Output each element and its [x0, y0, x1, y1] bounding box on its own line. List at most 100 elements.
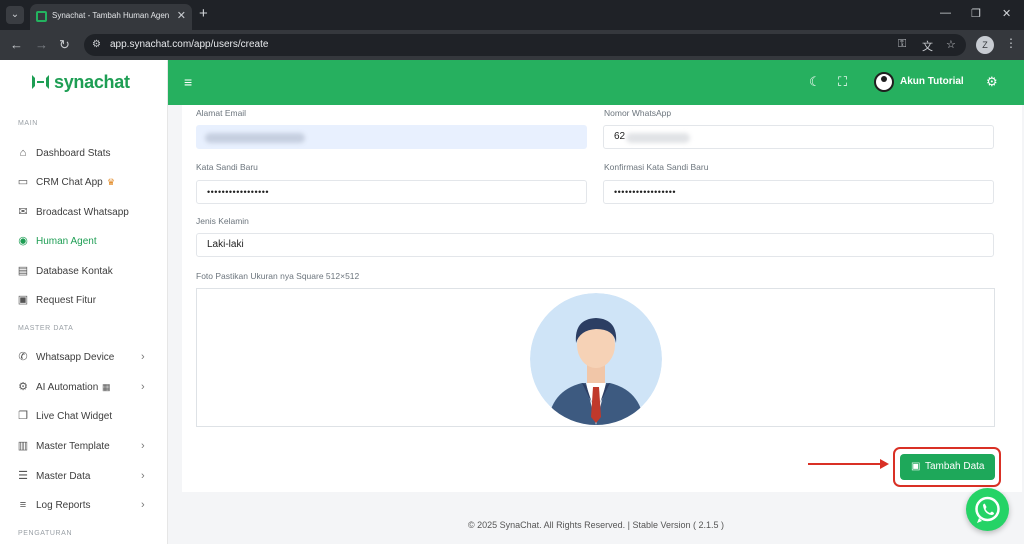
chat-icon: ▭ [17, 176, 29, 188]
gear-icon[interactable]: ⚙ [986, 74, 998, 90]
sidebar-item-master-data[interactable]: ☰ Master Data › [0, 463, 167, 491]
synachat-logo-icon [32, 75, 49, 89]
chevron-right-icon: › [141, 381, 145, 393]
gender-select[interactable]: Laki-laki [196, 233, 994, 257]
gender-label: Jenis Kelamin [196, 216, 249, 226]
user-circle-icon: ◉ [18, 235, 28, 247]
new-tab-button[interactable]: + [199, 5, 208, 22]
synachat-favicon-icon [36, 11, 47, 22]
sidebar-item-crm-chat-app[interactable]: ▭ CRM Chat App ♛ [0, 169, 167, 197]
tab-search-button[interactable]: ⌄ [6, 6, 24, 24]
browser-tab-bar: ⌄ Synachat - Tambah Human Agen ✕ + — ❐ ✕ [0, 0, 1024, 30]
sidebar-item-label: Master Data [36, 471, 91, 482]
tambah-data-button[interactable]: ▣ Tambah Data [900, 454, 995, 480]
reload-icon[interactable]: ↻ [59, 37, 70, 53]
window-close-icon[interactable]: ✕ [1002, 7, 1011, 20]
forward-icon[interactable]: → [35, 37, 48, 52]
photo-upload-area[interactable] [196, 288, 995, 427]
photo-label: Foto Pastikan Ukuran nya Square 512×512 [196, 271, 360, 281]
profile-avatar[interactable]: Z [976, 36, 994, 54]
whatsapp-icon [975, 496, 1000, 523]
robot-icon: ⚙ [18, 381, 28, 393]
fullscreen-icon[interactable]: ⛶ [838, 74, 847, 90]
menu-icon[interactable]: ≡ [184, 74, 192, 90]
brand-name: synachat [54, 72, 130, 92]
widget-icon: ❐ [18, 410, 28, 422]
whatsapp-value: 62 [614, 131, 626, 142]
translate-icon[interactable]: 文 [922, 38, 933, 54]
chevron-right-icon: › [141, 499, 145, 511]
bookmark-star-icon[interactable]: ☆ [946, 38, 956, 51]
redacted-number [626, 133, 690, 143]
sidebar-item-label: Broadcast Whatsapp [36, 207, 129, 218]
section-label-main: MAIN [18, 120, 38, 127]
sidebar-item-dashboard-stats[interactable]: ⌂ Dashboard Stats [0, 140, 167, 168]
clipboard-icon: ▣ [17, 294, 29, 306]
password-confirm-field[interactable]: ••••••••••••••••• [603, 180, 994, 204]
chevron-right-icon: › [141, 351, 145, 363]
annotation-arrow-head [880, 459, 889, 469]
moon-icon[interactable]: ☾ [809, 74, 821, 90]
browser-menu-icon[interactable]: ⋮ [1005, 36, 1017, 50]
redacted-email [205, 133, 305, 143]
url-text: app.synachat.com/app/users/create [110, 39, 269, 50]
sidebar-item-label: Live Chat Widget [36, 411, 113, 422]
site-info-icon[interactable]: ⚙ [92, 39, 101, 50]
sidebar-item-whatsapp-device[interactable]: ✆ Whatsapp Device › [0, 344, 167, 372]
whatsapp-icon: ✆ [18, 351, 28, 363]
sidebar-item-live-chat-widget[interactable]: ❐ Live Chat Widget [0, 403, 167, 431]
app-topbar: ≡ ☾ ⛶ Akun Tutorial ⚙ [168, 60, 1024, 105]
whatsapp-label: Nomor WhatsApp [604, 108, 672, 118]
avatar-placeholder [530, 293, 662, 425]
sidebar-item-label: Dashboard Stats [36, 148, 111, 159]
back-icon[interactable]: ← [10, 37, 23, 52]
footer-copyright: © 2025 SynaChat. All Rights Reserved. | … [467, 520, 725, 530]
home-icon: ⌂ [19, 147, 27, 159]
whatsapp-float-button[interactable] [966, 488, 1009, 531]
sidebar-item-master-template[interactable]: ▥ Master Template › [0, 433, 167, 461]
robot-badge-icon: ▦ [102, 382, 111, 392]
restore-icon[interactable]: ❐ [971, 7, 981, 20]
sidebar-item-label: Whatsapp Device [36, 352, 115, 363]
email-field[interactable] [196, 125, 587, 149]
sidebar-item-label: Request Fitur [36, 295, 97, 306]
sidebar: synachat MAIN ⌂ Dashboard Stats ▭ CRM Ch… [0, 60, 168, 544]
list-icon: ☰ [18, 470, 28, 482]
chevron-right-icon: › [141, 440, 145, 452]
tab-close-icon[interactable]: ✕ [177, 9, 186, 22]
mail-icon: ✉ [18, 206, 28, 218]
sidebar-item-human-agent[interactable]: ◉ Human Agent [0, 228, 167, 256]
sidebar-item-label: CRM Chat App [36, 177, 103, 188]
annotation-arrow [808, 463, 884, 465]
browser-tab[interactable]: Synachat - Tambah Human Agen ✕ [30, 4, 192, 30]
sidebar-item-label: Database Kontak [36, 266, 113, 277]
minimize-icon[interactable]: — [940, 7, 951, 19]
sidebar-item-broadcast-whatsapp[interactable]: ✉ Broadcast Whatsapp [0, 199, 167, 227]
tab-title: Synachat - Tambah Human Agen [52, 11, 170, 20]
browser-toolbar: ← → ↻ ⚙ app.synachat.com/app/users/creat… [0, 30, 1024, 60]
user-avatar[interactable] [874, 72, 894, 92]
sidebar-item-log-reports[interactable]: ≡ Log Reports › [0, 492, 167, 520]
book-icon: ▤ [17, 265, 29, 277]
password-key-icon[interactable]: ⚿ [898, 38, 906, 51]
businessman-avatar-icon [530, 293, 662, 425]
sidebar-item-request-fitur[interactable]: ▣ Request Fitur [0, 287, 167, 315]
log-icon: ≡ [19, 499, 27, 511]
sidebar-item-database-kontak[interactable]: ▤ Database Kontak [0, 258, 167, 286]
address-bar[interactable]: ⚙ app.synachat.com/app/users/create ⚿ 文 … [84, 34, 966, 56]
section-label-master-data: MASTER DATA [18, 325, 74, 332]
submit-label: Tambah Data [925, 461, 985, 472]
password-field[interactable]: ••••••••••••••••• [196, 180, 587, 204]
chevron-right-icon: › [141, 470, 145, 482]
password-confirm-label: Konfirmasi Kata Sandi Baru [604, 162, 709, 172]
sidebar-item-label: Master Template [36, 441, 110, 452]
whatsapp-field[interactable]: 62 [603, 125, 994, 149]
sidebar-item-ai-automation[interactable]: ⚙ AI Automation ▦ › [0, 374, 167, 402]
email-label: Alamat Email [196, 108, 247, 118]
save-icon: ▣ [911, 461, 921, 472]
password-label: Kata Sandi Baru [196, 162, 258, 172]
sidebar-item-label: Log Reports [36, 500, 91, 511]
sidebar-item-label: AI Automation [36, 382, 99, 393]
sidebar-item-label: Human Agent [36, 236, 97, 247]
user-name[interactable]: Akun Tutorial [900, 76, 964, 87]
